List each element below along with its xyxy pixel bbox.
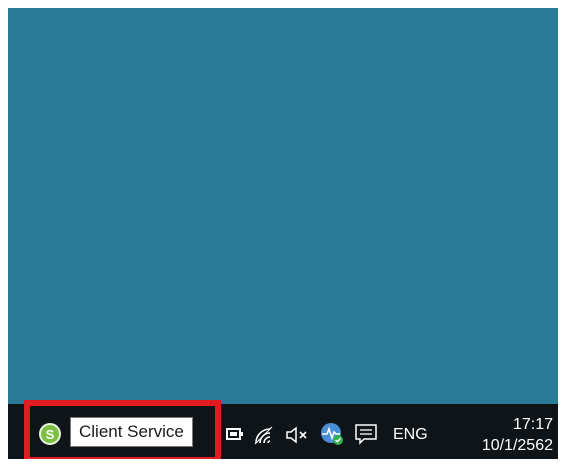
- desktop-background: [8, 8, 558, 404]
- clock-date: 10/1/2562: [481, 437, 553, 454]
- network-activity-app-icon[interactable]: [320, 422, 344, 446]
- notification-icon[interactable]: [354, 421, 378, 447]
- tooltip: Client Service: [70, 417, 193, 447]
- tooltip-text: Client Service: [79, 422, 184, 441]
- app-icon-glyph: S: [45, 426, 55, 442]
- wifi-icon[interactable]: [251, 424, 277, 446]
- battery-icon[interactable]: [226, 426, 244, 442]
- language-label: ENG: [393, 426, 428, 443]
- screenshot-frame: S Client Service ENG 17:17 10/1/2562: [8, 8, 558, 459]
- volume-muted-icon[interactable]: [284, 424, 310, 446]
- clock[interactable]: 17:17 10/1/2562: [467, 410, 553, 459]
- client-service-app-icon[interactable]: S: [39, 423, 61, 445]
- clock-time: 17:17: [512, 416, 553, 433]
- language-indicator[interactable]: ENG: [393, 421, 428, 449]
